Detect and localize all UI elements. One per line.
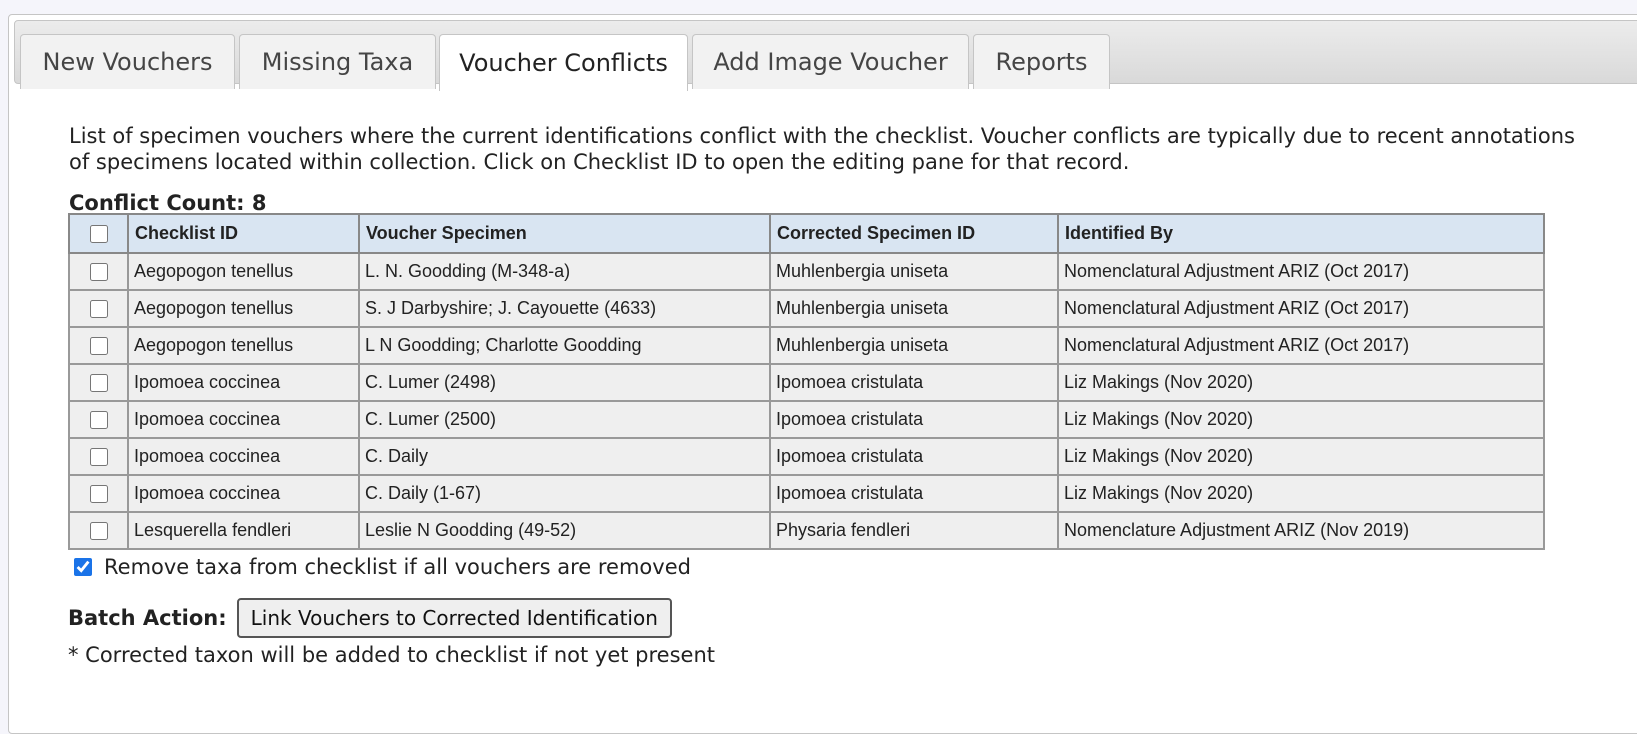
identified-by-cell: Liz Makings (Nov 2020) xyxy=(1057,400,1545,439)
conflict-count-value: 8 xyxy=(251,191,267,215)
checklist-id-link[interactable]: Ipomoea coccinea xyxy=(127,437,360,476)
corrected-id-cell: Muhlenbergia uniseta xyxy=(769,326,1059,365)
row-checkbox[interactable] xyxy=(89,374,108,393)
voucher-specimen-cell: C. Daily xyxy=(358,437,771,476)
row-checkbox[interactable] xyxy=(89,522,108,541)
header-corrected-specimen-id: Corrected Specimen ID xyxy=(769,213,1059,254)
checklist-id-link[interactable]: Aegopogon tenellus xyxy=(127,252,360,291)
link-vouchers-button[interactable]: Link Vouchers to Corrected Identificatio… xyxy=(236,598,672,638)
row-select-cell xyxy=(68,252,129,291)
table-row: Aegopogon tenellus L. N. Goodding (M-348… xyxy=(68,252,1545,291)
identified-by-cell: Nomenclatural Adjustment ARIZ (Oct 2017) xyxy=(1057,252,1545,291)
select-all-checkbox[interactable] xyxy=(89,225,108,244)
row-select-cell xyxy=(68,474,129,513)
remove-taxa-checkbox[interactable] xyxy=(74,558,92,576)
corrected-id-cell: Muhlenbergia uniseta xyxy=(769,289,1059,328)
header-identified-by: Identified By xyxy=(1057,213,1545,254)
voucher-specimen-cell: C. Lumer (2498) xyxy=(358,363,771,402)
table-row: Ipomoea coccinea C. Lumer (2500) Ipomoea… xyxy=(68,400,1545,439)
identified-by-cell: Nomenclature Adjustment ARIZ (Nov 2019) xyxy=(1057,511,1545,550)
remove-taxa-option[interactable]: Remove taxa from checklist if all vouche… xyxy=(74,555,691,579)
corrected-id-cell: Muhlenbergia uniseta xyxy=(769,252,1059,291)
row-select-cell xyxy=(68,511,129,550)
checklist-id-link[interactable]: Aegopogon tenellus xyxy=(127,289,360,328)
tab-bar: New Vouchers Missing Taxa Voucher Confli… xyxy=(14,20,1637,91)
checklist-id-link[interactable]: Lesquerella fendleri xyxy=(127,511,360,550)
identified-by-cell: Liz Makings (Nov 2020) xyxy=(1057,437,1545,476)
corrected-id-cell: Ipomoea cristulata xyxy=(769,400,1059,439)
table-row: Lesquerella fendleri Leslie N Goodding (… xyxy=(68,511,1545,550)
tab-missing-taxa[interactable]: Missing Taxa xyxy=(239,34,436,89)
voucher-specimen-cell: C. Daily (1-67) xyxy=(358,474,771,513)
batch-action-label: Batch Action: xyxy=(68,606,227,630)
voucher-specimen-cell: Leslie N Goodding (49-52) xyxy=(358,511,771,550)
remove-taxa-label: Remove taxa from checklist if all vouche… xyxy=(104,555,691,579)
corrected-id-cell: Physaria fendleri xyxy=(769,511,1059,550)
header-checklist-id: Checklist ID xyxy=(127,213,360,254)
table-header-row: Checklist ID Voucher Specimen Corrected … xyxy=(68,213,1545,254)
corrected-id-cell: Ipomoea cristulata xyxy=(769,363,1059,402)
conflicts-table: Checklist ID Voucher Specimen Corrected … xyxy=(68,213,1545,550)
row-select-cell xyxy=(68,437,129,476)
row-checkbox[interactable] xyxy=(89,263,108,282)
identified-by-cell: Nomenclatural Adjustment ARIZ (Oct 2017) xyxy=(1057,289,1545,328)
identified-by-cell: Nomenclatural Adjustment ARIZ (Oct 2017) xyxy=(1057,326,1545,365)
conflict-count-label: Conflict Count: xyxy=(69,191,245,215)
row-checkbox[interactable] xyxy=(89,337,108,356)
checklist-id-link[interactable]: Aegopogon tenellus xyxy=(127,326,360,365)
checklist-id-link[interactable]: Ipomoea coccinea xyxy=(127,400,360,439)
row-select-cell xyxy=(68,363,129,402)
header-voucher-specimen: Voucher Specimen xyxy=(358,213,771,254)
row-checkbox[interactable] xyxy=(89,300,108,319)
row-checkbox[interactable] xyxy=(89,448,108,467)
tab-new-vouchers[interactable]: New Vouchers xyxy=(20,34,235,89)
footnote: * Corrected taxon will be added to check… xyxy=(68,643,716,667)
table-row: Aegopogon tenellus S. J Darbyshire; J. C… xyxy=(68,289,1545,328)
description-text: List of specimen vouchers where the curr… xyxy=(69,124,1575,174)
voucher-specimen-cell: L N Goodding; Charlotte Goodding xyxy=(358,326,771,365)
voucher-specimen-cell: L. N. Goodding (M-348-a) xyxy=(358,252,771,291)
tab-add-image-voucher[interactable]: Add Image Voucher xyxy=(692,34,969,89)
select-all-cell xyxy=(68,213,129,254)
row-select-cell xyxy=(68,400,129,439)
batch-action-row: Batch Action: Link Vouchers to Corrected… xyxy=(68,598,672,638)
corrected-id-cell: Ipomoea cristulata xyxy=(769,437,1059,476)
conflict-count: Conflict Count: 8 xyxy=(69,191,266,215)
tab-voucher-conflicts[interactable]: Voucher Conflicts xyxy=(439,34,688,91)
checklist-id-link[interactable]: Ipomoea coccinea xyxy=(127,363,360,402)
tab-reports[interactable]: Reports xyxy=(973,34,1110,89)
table-row: Aegopogon tenellus L N Goodding; Charlot… xyxy=(68,326,1545,365)
voucher-specimen-cell: C. Lumer (2500) xyxy=(358,400,771,439)
voucher-specimen-cell: S. J Darbyshire; J. Cayouette (4633) xyxy=(358,289,771,328)
corrected-id-cell: Ipomoea cristulata xyxy=(769,474,1059,513)
row-checkbox[interactable] xyxy=(89,411,108,430)
checklist-id-link[interactable]: Ipomoea coccinea xyxy=(127,474,360,513)
row-select-cell xyxy=(68,326,129,365)
row-select-cell xyxy=(68,289,129,328)
table-row: Ipomoea coccinea C. Daily Ipomoea cristu… xyxy=(68,437,1545,476)
table-row: Ipomoea coccinea C. Lumer (2498) Ipomoea… xyxy=(68,363,1545,402)
row-checkbox[interactable] xyxy=(89,485,108,504)
identified-by-cell: Liz Makings (Nov 2020) xyxy=(1057,474,1545,513)
table-row: Ipomoea coccinea C. Daily (1-67) Ipomoea… xyxy=(68,474,1545,513)
identified-by-cell: Liz Makings (Nov 2020) xyxy=(1057,363,1545,402)
